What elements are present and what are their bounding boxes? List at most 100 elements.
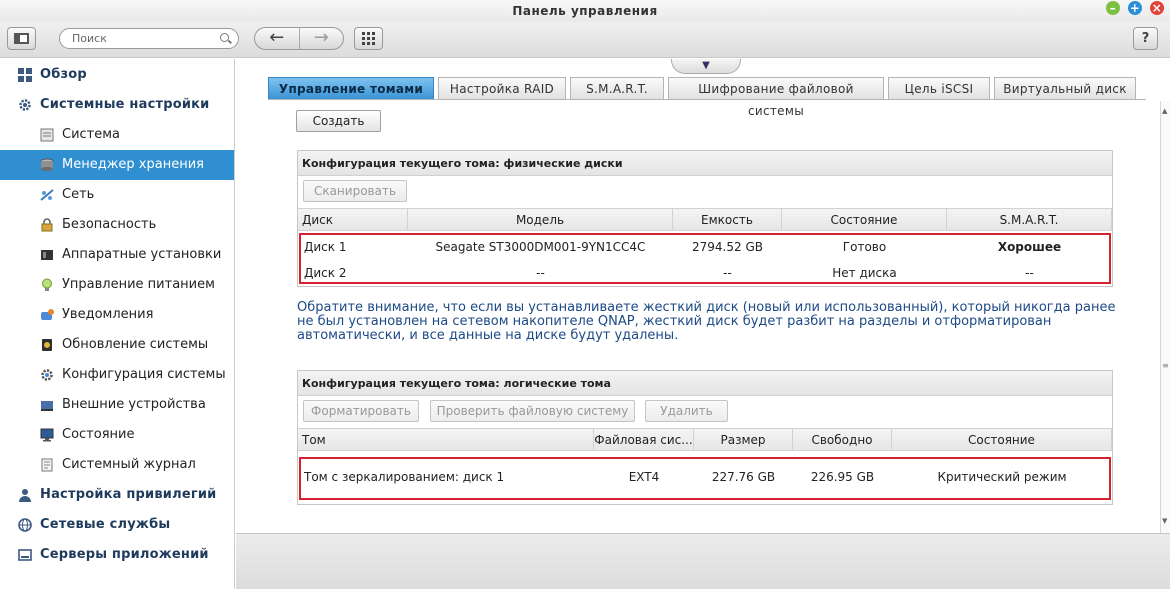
sidebar-item-label: Безопасность: [62, 217, 157, 232]
column-volume[interactable]: Том: [298, 429, 594, 450]
sidebar-item-security[interactable]: Безопасность: [0, 210, 234, 240]
vertical-scrollbar[interactable]: ▲ ≡ ▼: [1160, 101, 1170, 533]
maximize-icon[interactable]: +: [1128, 1, 1142, 15]
table-row[interactable]: Диск 1 Seagate ST3000DM001-9YN1CC4C 2794…: [298, 234, 1112, 260]
sidebar-item-label: Сеть: [62, 187, 95, 202]
column-smart[interactable]: S.M.A.R.T.: [947, 209, 1112, 230]
column-status[interactable]: Состояние: [782, 209, 947, 230]
update-icon: [42, 339, 52, 351]
sidebar-item-notifications[interactable]: Уведомления: [0, 300, 234, 330]
sidebar-item-power[interactable]: Управление питанием: [0, 270, 234, 300]
sidebar-item-overview[interactable]: Обзор: [0, 60, 234, 90]
sidebar-item-external-devices[interactable]: Внешние устройства: [0, 390, 234, 420]
tab-virtual-disk[interactable]: Виртуальный диск: [994, 77, 1136, 99]
sidebar-item-storage-manager[interactable]: Менеджер хранения: [0, 150, 234, 180]
column-volume-status[interactable]: Состояние: [892, 429, 1112, 450]
column-filesystem[interactable]: Файловая сис...: [594, 429, 694, 450]
sidebar-item-label: Состояние: [62, 427, 135, 442]
table-row[interactable]: Том с зеркалированием: диск 1 EXT4 227.7…: [298, 463, 1112, 491]
format-button[interactable]: Форматировать: [303, 400, 419, 422]
search-input[interactable]: [72, 32, 212, 45]
monitor-icon: [40, 428, 54, 442]
history-nav: ← →: [254, 27, 344, 50]
sidebar-item-label: Обновление системы: [62, 337, 209, 352]
sidebar-item-label: Обзор: [40, 67, 87, 82]
sidebar-item-label: Уведомления: [62, 307, 154, 322]
minimize-icon[interactable]: –: [1106, 1, 1120, 15]
scroll-grip-icon[interactable]: ≡: [1162, 361, 1169, 370]
collapse-toolbar-button[interactable]: ▼: [671, 59, 741, 74]
sidebar-item-system[interactable]: Система: [0, 120, 234, 150]
sidebar-item-system-log[interactable]: Системный журнал: [0, 450, 234, 480]
sidebar-item-label: Аппаратные установки: [62, 247, 222, 262]
sidebar-item-firmware-update[interactable]: Обновление системы: [0, 330, 234, 360]
sidebar-item-network[interactable]: Сеть: [0, 180, 234, 210]
disk-model: --: [536, 266, 545, 280]
delete-button[interactable]: Удалить: [645, 400, 728, 422]
title-bar: Панель управления – + ×: [0, 0, 1170, 22]
app-grid-button[interactable]: [354, 27, 383, 50]
disk-model: Seagate ST3000DM001-9YN1CC4C: [435, 240, 646, 254]
column-free[interactable]: Свободно: [793, 429, 892, 450]
volume-name: Том с зеркалированием: диск 1: [304, 470, 505, 484]
window-controls: – + ×: [1106, 0, 1164, 15]
disk-capacity: 2794.52 GB: [692, 240, 763, 254]
tab-volume-management[interactable]: Управление томами: [268, 77, 434, 99]
back-button[interactable]: ←: [255, 28, 299, 49]
logical-volumes-title: Конфигурация текущего тома: логические т…: [298, 371, 1112, 396]
toolbar: ← → ?: [0, 22, 1170, 58]
sidebar-item-label: Системный журнал: [62, 457, 196, 472]
tab-divider: [268, 99, 1146, 100]
main-content: ▼ Управление томами Настройка RAID S.M.A…: [236, 59, 1170, 533]
sidebar-item-system-config[interactable]: Конфигурация системы: [0, 360, 234, 390]
physical-table-header: Диск Модель Емкость Состояние S.M.A.R.T.: [298, 208, 1112, 231]
disk-name: Диск 1: [304, 240, 347, 254]
sidebar-toggle-button[interactable]: [7, 27, 36, 50]
sidebar-item-app-servers[interactable]: Серверы приложений: [0, 540, 234, 570]
scroll-up-icon[interactable]: ▲: [1162, 107, 1167, 115]
hardware-icon: [41, 250, 53, 260]
sidebar-item-network-services[interactable]: Сетевые службы: [0, 510, 234, 540]
volume-filesystem: EXT4: [628, 470, 660, 484]
column-model[interactable]: Модель: [408, 209, 673, 230]
logical-toolbar: Форматировать Проверить файловую систему…: [298, 396, 1112, 428]
sidebar-item-privileges[interactable]: Настройка привилегий: [0, 480, 234, 510]
logical-volumes-panel: Конфигурация текущего тома: логические т…: [297, 370, 1113, 505]
tab-encryption[interactable]: Шифрование файловой системы: [668, 77, 884, 118]
sidebar-item-status[interactable]: Состояние: [0, 420, 234, 450]
disk-capacity: --: [723, 266, 732, 280]
user-icon: [19, 489, 31, 502]
tab-smart[interactable]: S.M.A.R.T.: [570, 77, 664, 99]
tab-raid-settings[interactable]: Настройка RAID: [438, 77, 566, 99]
sidebar-item-label: Сетевые службы: [40, 517, 171, 532]
sidebar-item-label: Конфигурация системы: [62, 367, 226, 382]
scan-button[interactable]: Сканировать: [303, 180, 407, 202]
scroll-down-icon[interactable]: ▼: [1162, 517, 1167, 525]
storage-icon: [40, 158, 54, 171]
search-icon[interactable]: [220, 33, 229, 42]
notice-text: Обратите внимание, что если вы устанавли…: [297, 300, 1116, 343]
sidebar-icon: [14, 33, 29, 44]
check-filesystem-button[interactable]: Проверить файловую систему: [430, 400, 635, 422]
column-capacity[interactable]: Емкость: [673, 209, 782, 230]
chevron-down-icon: ▼: [702, 60, 710, 71]
sidebar-item-hardware[interactable]: Аппаратные установки: [0, 240, 234, 270]
disk-status: Нет диска: [832, 266, 897, 280]
tab-iscsi-target[interactable]: Цель iSCSI: [888, 77, 990, 99]
sidebar-item-system-settings[interactable]: Системные настройки: [0, 90, 234, 120]
volume-free: 226.95 GB: [810, 470, 875, 484]
forward-button[interactable]: →: [298, 27, 344, 49]
volume-size: 227.76 GB: [711, 470, 776, 484]
disk-name: Диск 2: [304, 266, 347, 280]
table-row[interactable]: Диск 2 -- -- Нет диска --: [298, 260, 1112, 288]
sidebar-item-label: Менеджер хранения: [62, 157, 204, 172]
create-button[interactable]: Создать: [296, 110, 381, 132]
disk-smart: --: [1025, 266, 1034, 280]
help-button[interactable]: ?: [1133, 27, 1158, 50]
arrow-right-icon: →: [313, 27, 329, 48]
column-disk[interactable]: Диск: [298, 209, 408, 230]
sidebar-item-label: Серверы приложений: [40, 547, 209, 562]
close-icon[interactable]: ×: [1150, 1, 1164, 15]
column-size[interactable]: Размер: [694, 429, 793, 450]
sidebar-item-label: Система: [62, 127, 121, 142]
